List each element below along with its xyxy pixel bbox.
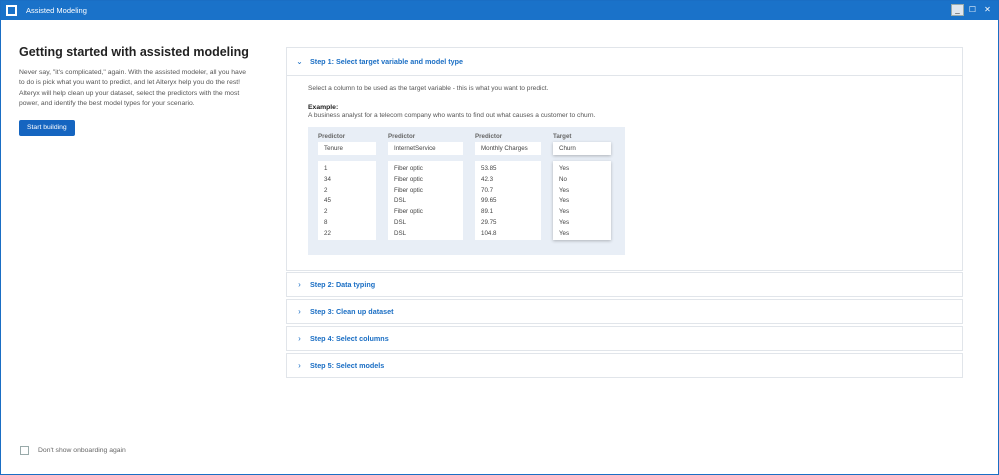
step-1-header[interactable]: ⌄ Step 1: Select target variable and mod… — [287, 48, 962, 75]
dont-show-again-label[interactable]: Don't show onboarding again — [38, 447, 126, 454]
cell: DSL — [394, 218, 407, 226]
cell: Fiber optic — [394, 175, 423, 183]
close-icon[interactable]: ✕ — [981, 4, 994, 16]
example-text: A business analyst for a telecom company… — [308, 112, 596, 119]
example-target-column: Target Churn Yes No Yes Yes Yes Yes Yes — [553, 133, 611, 240]
step-1-body: Select a column to be used as the target… — [287, 75, 962, 255]
column-values: 53.85 42.3 70.7 99.65 89.1 29.75 104.8 — [475, 161, 541, 240]
step-4-header[interactable]: › Step 4: Select columns — [287, 327, 962, 350]
column-role: Predictor — [388, 133, 416, 140]
column-name: Monthly Charges — [475, 142, 541, 155]
step-2-title: Step 2: Data typing — [310, 280, 376, 289]
cell: 2 — [324, 208, 328, 216]
column-values: 1 34 2 45 2 8 22 — [318, 161, 376, 240]
chevron-right-icon: › — [298, 307, 301, 316]
step-5-header[interactable]: › Step 5: Select models — [287, 354, 962, 377]
column-values: Fiber optic Fiber optic Fiber optic DSL … — [388, 161, 463, 240]
cell: 104.8 — [481, 229, 497, 237]
example-column: Predictor Monthly Charges 53.85 42.3 70.… — [475, 133, 541, 240]
cell: 89.1 — [481, 208, 494, 216]
column-role: Predictor — [475, 133, 503, 140]
cell: Yes — [559, 218, 570, 226]
step-4-panel[interactable]: › Step 4: Select columns — [286, 326, 963, 351]
cell: 99.65 — [481, 197, 497, 205]
cell: 1 — [324, 165, 328, 172]
start-building-button[interactable]: Start building — [19, 119, 75, 136]
cell: Fiber optic — [394, 186, 423, 194]
cell: 29.75 — [481, 218, 497, 226]
step-1-description: Select a column to be used as the target… — [308, 85, 549, 92]
onboarding-footer: Don't show onboarding again — [20, 446, 126, 455]
page-title: Getting started with assisted modeling — [19, 45, 249, 59]
window-title: Assisted Modeling — [26, 6, 87, 15]
chevron-right-icon: › — [298, 334, 301, 343]
step-4-title: Step 4: Select columns — [310, 334, 389, 343]
step-5-title: Step 5: Select models — [310, 361, 385, 370]
column-name: Tenure — [318, 142, 376, 155]
chevron-right-icon: › — [298, 361, 301, 370]
example-column: Predictor InternetService Fiber optic Fi… — [388, 133, 463, 240]
step-3-panel[interactable]: › Step 3: Clean up dataset — [286, 299, 963, 324]
column-name: Churn — [553, 142, 611, 155]
maximize-icon[interactable]: ☐ — [966, 4, 979, 16]
cell: Yes — [559, 165, 570, 172]
chevron-right-icon: › — [298, 280, 301, 289]
example-table: Predictor Tenure 1 34 2 45 2 8 22 Predic… — [308, 127, 625, 255]
cell: Yes — [559, 186, 570, 194]
minimize-icon[interactable]: _ — [951, 4, 964, 16]
example-label: Example: — [308, 104, 339, 111]
cell: 42.3 — [481, 175, 494, 183]
example-column: Predictor Tenure 1 34 2 45 2 8 22 — [318, 133, 376, 240]
cell: Fiber optic — [394, 165, 423, 172]
step-2-panel[interactable]: › Step 2: Data typing — [286, 272, 963, 297]
intro-section: Getting started with assisted modeling N… — [19, 45, 251, 136]
assisted-modeling-window: Assisted Modeling _ ☐ ✕ Getting started … — [0, 0, 999, 475]
step-1-panel: ⌄ Step 1: Select target variable and mod… — [286, 47, 963, 271]
column-name: InternetService — [388, 142, 463, 155]
cell: 8 — [324, 218, 328, 226]
column-role: Target — [553, 133, 572, 140]
cell: 53.85 — [481, 165, 497, 172]
cell: 2 — [324, 186, 328, 194]
cell: DSL — [394, 197, 407, 205]
window-controls: _ ☐ ✕ — [951, 4, 994, 16]
cell: Yes — [559, 229, 570, 237]
app-icon — [6, 5, 17, 16]
intro-text: Never say, "it's complicated," again. Wi… — [19, 69, 247, 108]
column-role: Predictor — [318, 133, 346, 140]
step-3-header[interactable]: › Step 3: Clean up dataset — [287, 300, 962, 323]
cell: 22 — [324, 229, 331, 237]
chevron-down-icon: ⌄ — [296, 57, 303, 66]
step-2-header[interactable]: › Step 2: Data typing — [287, 273, 962, 296]
column-values: Yes No Yes Yes Yes Yes Yes — [553, 161, 611, 240]
cell: Fiber optic — [394, 208, 423, 216]
cell: Yes — [559, 197, 570, 205]
cell: 70.7 — [481, 186, 494, 194]
dont-show-again-checkbox[interactable] — [20, 446, 29, 455]
cell: DSL — [394, 229, 407, 237]
step-1-title: Step 1: Select target variable and model… — [310, 57, 463, 66]
cell: No — [559, 175, 567, 183]
title-bar: Assisted Modeling _ ☐ ✕ — [1, 1, 998, 20]
step-5-panel[interactable]: › Step 5: Select models — [286, 353, 963, 378]
cell: 34 — [324, 175, 331, 183]
step-3-title: Step 3: Clean up dataset — [310, 307, 394, 316]
cell: Yes — [559, 208, 570, 216]
cell: 45 — [324, 197, 331, 205]
